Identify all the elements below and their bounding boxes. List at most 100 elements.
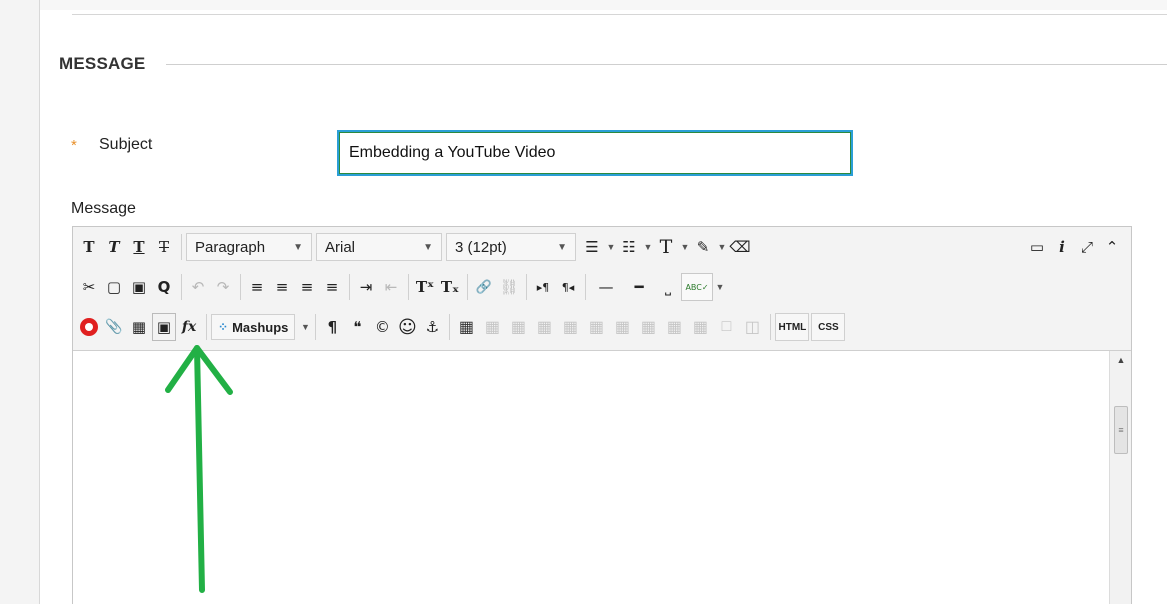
font-select[interactable]: Arial ▼ [316,233,442,261]
page: MESSAGE * Subject Message T T T T Paragr… [0,0,1167,604]
unlink-icon[interactable]: ⛓ [497,273,521,301]
mashups-caret-icon[interactable]: ▼ [299,322,311,332]
copy-icon[interactable]: ▢ [102,273,126,301]
collapse-toolbar-icon[interactable]: ⌃ [1100,233,1124,261]
separator [181,274,182,300]
align-right-icon[interactable]: ≡ [295,273,319,301]
insert-image-icon[interactable]: ▦ [127,313,151,341]
rich-text-editor: T T T T Paragraph ▼ Arial ▼ 3 (12pt) ▼ ☰ [72,226,1132,604]
align-justify-icon[interactable]: ≡ [320,273,344,301]
required-indicator: * [71,137,77,154]
message-label: Message [71,200,136,217]
table-delete-icon[interactable]: ◫ [740,314,764,340]
size-select-value: 3 (12pt) [455,238,507,256]
youtube-button[interactable] [77,313,101,341]
paste-icon[interactable]: ▣ [127,273,151,301]
text-color-icon[interactable]: T [654,233,678,261]
format-select-value: Paragraph [195,238,266,256]
preview-icon[interactable]: ▭ [1025,233,1049,261]
math-formula-icon[interactable]: fx [177,313,201,341]
youtube-icon [80,318,98,336]
superscript-icon[interactable]: Tˣ [413,273,437,301]
chevron-down-icon: ▼ [423,241,433,253]
eraser-icon[interactable]: ⌫ [728,233,752,261]
table-cell-props-icon[interactable]: ▦ [688,314,712,340]
table-row-after-icon[interactable]: ▦ [506,314,530,340]
anchor-icon[interactable]: ⚓ [420,313,444,341]
numbered-list-caret-icon[interactable]: ▼ [642,242,654,252]
horizontal-rule-thin-icon[interactable]: — [590,273,622,301]
left-gutter [0,0,40,604]
size-select[interactable]: 3 (12pt) ▼ [446,233,576,261]
insert-media-icon[interactable]: ▣ [152,313,176,341]
separator [206,314,207,340]
table-split-cell-icon[interactable]: ▦ [636,314,660,340]
separator [449,314,451,340]
rtl-icon[interactable]: ¶◂ [556,273,580,301]
separator [408,274,409,300]
toolbar-row-2: ✂ ▢ ▣ Q ↶ ↷ ≡ ≡ ≡ ≡ ⇥ ⇤ Tˣ Tₓ 🔗 ⛓ ▸¶ ¶◂ … [77,271,726,303]
top-strip [40,0,1167,10]
bullet-list-caret-icon[interactable]: ▼ [605,242,617,252]
outdent-icon[interactable]: ⇤ [379,273,403,301]
link-icon[interactable]: 🔗 [472,273,496,301]
horizontal-rule-thick-icon[interactable]: ━ [623,273,655,301]
find-icon[interactable]: Q [152,273,176,301]
section-divider [166,64,1167,65]
bold-button[interactable]: T [77,233,101,261]
italic-button[interactable]: T [102,233,126,261]
scroll-thumb[interactable]: ≡ [1114,406,1128,454]
insert-table-icon[interactable]: ▦ [454,314,478,340]
editor-content-area[interactable] [73,351,1109,604]
separator [315,314,317,340]
subject-input[interactable] [337,130,853,176]
highlight-icon[interactable]: ✎ [691,233,715,261]
paragraph-mark-icon[interactable]: ¶ [320,313,344,341]
separator [585,274,586,300]
redo-icon[interactable]: ↷ [211,273,235,301]
underline-button[interactable]: T [127,233,151,261]
highlight-caret-icon[interactable]: ▼ [716,242,728,252]
numbered-list-icon[interactable]: ☷ [617,233,641,261]
table-col-before-icon[interactable]: ▦ [558,314,582,340]
subscript-icon[interactable]: Tₓ [438,273,462,301]
table-delete-col-icon[interactable]: ▦ [610,314,634,340]
table-props-icon[interactable]: □ [714,314,738,340]
nbsp-icon[interactable]: ⎵ [656,273,680,301]
table-merge-cells-icon[interactable]: ▦ [662,314,686,340]
html-source-button[interactable]: HTML [775,313,810,341]
table-delete-row-icon[interactable]: ▦ [532,314,556,340]
table-col-after-icon[interactable]: ▦ [584,314,608,340]
attach-icon[interactable]: 📎 [102,313,126,341]
indent-icon[interactable]: ⇥ [354,273,378,301]
separator [181,234,182,260]
mashups-button[interactable]: ⁘ Mashups [211,314,296,340]
chevron-down-icon: ▼ [557,241,567,253]
spellcheck-icon[interactable]: ABC✓ [681,273,713,301]
format-select[interactable]: Paragraph ▼ [186,233,312,261]
ltr-icon[interactable]: ▸¶ [531,273,555,301]
align-center-icon[interactable]: ≡ [270,273,294,301]
emoji-icon[interactable]: ☺ [395,313,419,341]
toolbar-row-1: T T T T Paragraph ▼ Arial ▼ 3 (12pt) ▼ ☰ [77,231,753,263]
strikethrough-button[interactable]: T [152,233,176,261]
info-icon[interactable]: i [1050,233,1074,261]
separator [240,274,241,300]
text-color-caret-icon[interactable]: ▼ [679,242,691,252]
css-button[interactable]: CSS [811,313,846,341]
bullet-list-icon[interactable]: ☰ [580,233,604,261]
fullscreen-icon[interactable]: ⤢ [1075,233,1099,261]
font-select-value: Arial [325,238,356,256]
editor-scrollbar[interactable]: ▲ ≡ [1109,351,1131,604]
separator [770,314,772,340]
table-row-before-icon[interactable]: ▦ [480,314,504,340]
mashups-icon: ⁘ [218,320,229,334]
blockquote-icon[interactable]: ❝ [345,313,369,341]
copyright-icon[interactable]: © [370,313,394,341]
align-left-icon[interactable]: ≡ [245,273,269,301]
undo-icon[interactable]: ↶ [186,273,210,301]
scroll-up-icon[interactable]: ▲ [1110,355,1132,365]
toolbar-row-3: 📎 ▦ ▣ fx ⁘ Mashups ▼ ¶ ❝ © ☺ ⚓ ▦ ▦ ▦ ▦ ▦… [77,311,847,343]
spellcheck-caret-icon[interactable]: ▼ [714,282,726,292]
cut-icon[interactable]: ✂ [77,273,101,301]
